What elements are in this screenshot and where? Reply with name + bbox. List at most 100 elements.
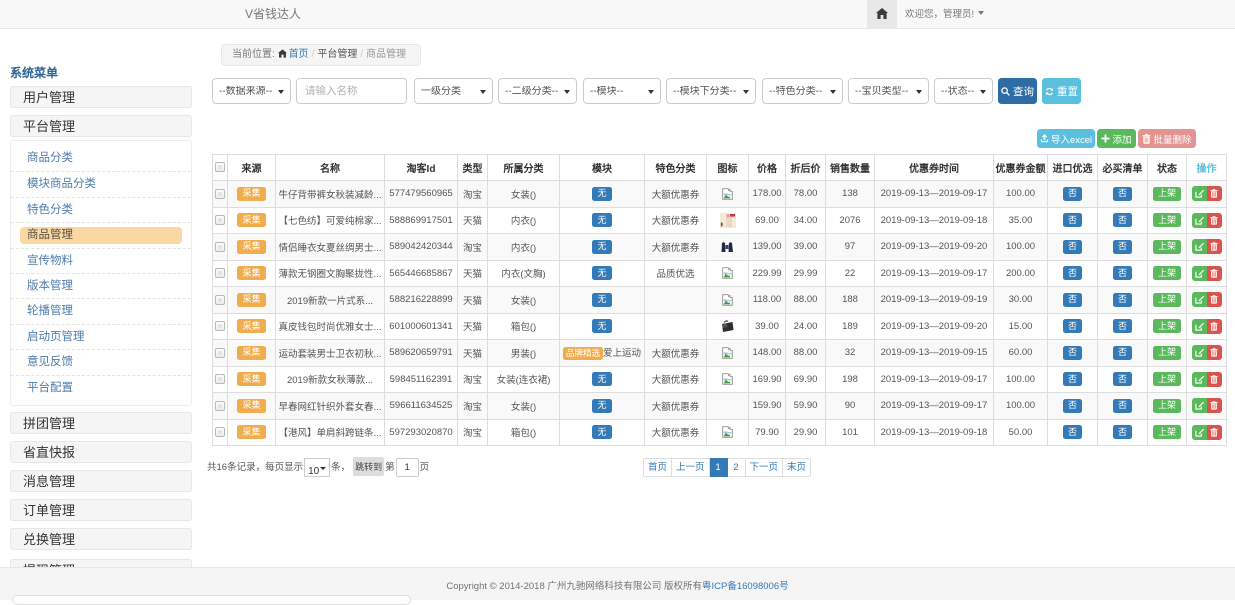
- import-excel-button[interactable]: 导入excel: [1037, 129, 1095, 148]
- query-button[interactable]: 查询: [998, 78, 1037, 104]
- sidebar-item-bottom-2[interactable]: 消息管理: [10, 470, 192, 492]
- delete-button[interactable]: [1207, 319, 1222, 334]
- sidebar-subitem-7[interactable]: 启动页管理: [11, 324, 191, 349]
- status-badge[interactable]: 上架: [1153, 425, 1181, 439]
- status-badge[interactable]: 上架: [1153, 399, 1181, 413]
- name-search-input[interactable]: [296, 78, 407, 104]
- edit-button[interactable]: [1192, 345, 1207, 360]
- delete-button[interactable]: [1207, 213, 1222, 228]
- filter-select-0[interactable]: --数据来源--: [213, 79, 290, 103]
- sidebar-item-1[interactable]: 平台管理: [10, 115, 192, 137]
- status-badge[interactable]: 上架: [1153, 213, 1181, 227]
- status-badge[interactable]: 上架: [1153, 240, 1181, 254]
- row-checkbox[interactable]: [215, 321, 225, 331]
- edit-button[interactable]: [1192, 292, 1207, 307]
- edit-button[interactable]: [1192, 372, 1207, 387]
- user-menu[interactable]: 欢迎您，管理员!: [905, 0, 984, 29]
- jump-button[interactable]: 跳转到: [353, 457, 384, 476]
- status-badge[interactable]: 上架: [1153, 187, 1181, 201]
- sidebar-subitem-4[interactable]: 宣传物料: [11, 248, 191, 273]
- row-checkbox[interactable]: [215, 401, 225, 411]
- add-button[interactable]: 添加: [1097, 129, 1136, 148]
- import-select-badge[interactable]: 否: [1063, 372, 1082, 386]
- reset-button[interactable]: 重置: [1042, 78, 1081, 104]
- pager-item-1[interactable]: 1: [710, 458, 728, 477]
- must-buy-badge[interactable]: 否: [1113, 240, 1132, 254]
- status-badge[interactable]: 上架: [1153, 319, 1181, 333]
- row-checkbox[interactable]: [215, 215, 225, 225]
- sidebar-item-bottom-1[interactable]: 省直快报: [10, 441, 192, 463]
- sidebar-subitem-5[interactable]: 版本管理: [11, 273, 191, 298]
- breadcrumb-item-platform[interactable]: 平台管理: [317, 49, 357, 60]
- pager-item-末页[interactable]: 末页: [783, 458, 811, 477]
- select-all-checkbox[interactable]: [215, 162, 225, 172]
- delete-button[interactable]: [1207, 186, 1222, 201]
- import-select-badge[interactable]: 否: [1063, 213, 1082, 227]
- sidebar-subitem-6[interactable]: 轮播管理: [11, 298, 191, 323]
- pager-item-2[interactable]: 2: [728, 458, 746, 477]
- must-buy-badge[interactable]: 否: [1113, 425, 1132, 439]
- filter-select-5[interactable]: --特色分类--: [763, 79, 842, 103]
- import-select-badge[interactable]: 否: [1063, 240, 1082, 254]
- sidebar-item-bottom-3[interactable]: 订单管理: [10, 499, 192, 521]
- icp-link[interactable]: 粤ICP备16098006号: [702, 581, 789, 592]
- status-badge[interactable]: 上架: [1153, 346, 1181, 360]
- status-badge[interactable]: 上架: [1153, 293, 1181, 307]
- must-buy-badge[interactable]: 否: [1113, 187, 1132, 201]
- import-select-badge[interactable]: 否: [1063, 346, 1082, 360]
- pager-item-上一页[interactable]: 上一页: [672, 458, 710, 477]
- sidebar-subitem-3[interactable]: 商品管理: [11, 222, 191, 247]
- edit-button[interactable]: [1192, 239, 1207, 254]
- delete-button[interactable]: [1207, 425, 1222, 440]
- status-badge[interactable]: 上架: [1153, 372, 1181, 386]
- sidebar-item-bottom-0[interactable]: 拼团管理: [10, 412, 192, 434]
- navbar-home-button[interactable]: [867, 0, 897, 29]
- import-select-badge[interactable]: 否: [1063, 266, 1082, 280]
- delete-button[interactable]: [1207, 372, 1222, 387]
- row-checkbox[interactable]: [215, 242, 225, 252]
- must-buy-badge[interactable]: 否: [1113, 213, 1132, 227]
- edit-button[interactable]: [1192, 266, 1207, 281]
- import-select-badge[interactable]: 否: [1063, 399, 1082, 413]
- sidebar-subitem-9[interactable]: 平台配置: [11, 375, 191, 400]
- status-badge[interactable]: 上架: [1153, 266, 1181, 280]
- sidebar-item-0[interactable]: 用户管理: [10, 86, 192, 108]
- sidebar-subitem-1[interactable]: 模块商品分类: [11, 171, 191, 196]
- filter-select-2[interactable]: --二级分类--: [499, 79, 576, 103]
- row-checkbox[interactable]: [215, 295, 225, 305]
- edit-button[interactable]: [1192, 186, 1207, 201]
- filter-select-7[interactable]: --状态--: [935, 79, 992, 103]
- per-page-select[interactable]: 10: [305, 463, 329, 480]
- batch-delete-button[interactable]: 批量删除: [1138, 129, 1196, 148]
- filter-select-3[interactable]: --模块--: [584, 79, 660, 103]
- pager-item-首页[interactable]: 首页: [643, 458, 672, 477]
- import-select-badge[interactable]: 否: [1063, 187, 1082, 201]
- must-buy-badge[interactable]: 否: [1113, 319, 1132, 333]
- breadcrumb-home-link[interactable]: 首页: [289, 49, 309, 60]
- delete-button[interactable]: [1207, 239, 1222, 254]
- must-buy-badge[interactable]: 否: [1113, 372, 1132, 386]
- edit-button[interactable]: [1192, 319, 1207, 334]
- import-select-badge[interactable]: 否: [1063, 425, 1082, 439]
- edit-button[interactable]: [1192, 213, 1207, 228]
- filter-select-4[interactable]: --模块下分类--: [667, 79, 755, 103]
- sidebar-subitem-2[interactable]: 特色分类: [11, 197, 191, 222]
- sidebar-item-bottom-4[interactable]: 兑换管理: [10, 528, 192, 550]
- page-number-input[interactable]: [396, 458, 419, 477]
- import-select-badge[interactable]: 否: [1063, 319, 1082, 333]
- edit-button[interactable]: [1192, 398, 1207, 413]
- sidebar-subitem-8[interactable]: 意见反馈: [11, 349, 191, 374]
- filter-select-6[interactable]: --宝贝类型--: [849, 79, 928, 103]
- row-checkbox[interactable]: [215, 189, 225, 199]
- delete-button[interactable]: [1207, 345, 1222, 360]
- delete-button[interactable]: [1207, 398, 1222, 413]
- sidebar-subitem-0[interactable]: 商品分类: [11, 146, 191, 171]
- delete-button[interactable]: [1207, 266, 1222, 281]
- row-checkbox[interactable]: [215, 427, 225, 437]
- edit-button[interactable]: [1192, 425, 1207, 440]
- import-select-badge[interactable]: 否: [1063, 293, 1082, 307]
- row-checkbox[interactable]: [215, 268, 225, 278]
- must-buy-badge[interactable]: 否: [1113, 293, 1132, 307]
- must-buy-badge[interactable]: 否: [1113, 266, 1132, 280]
- row-checkbox[interactable]: [215, 348, 225, 358]
